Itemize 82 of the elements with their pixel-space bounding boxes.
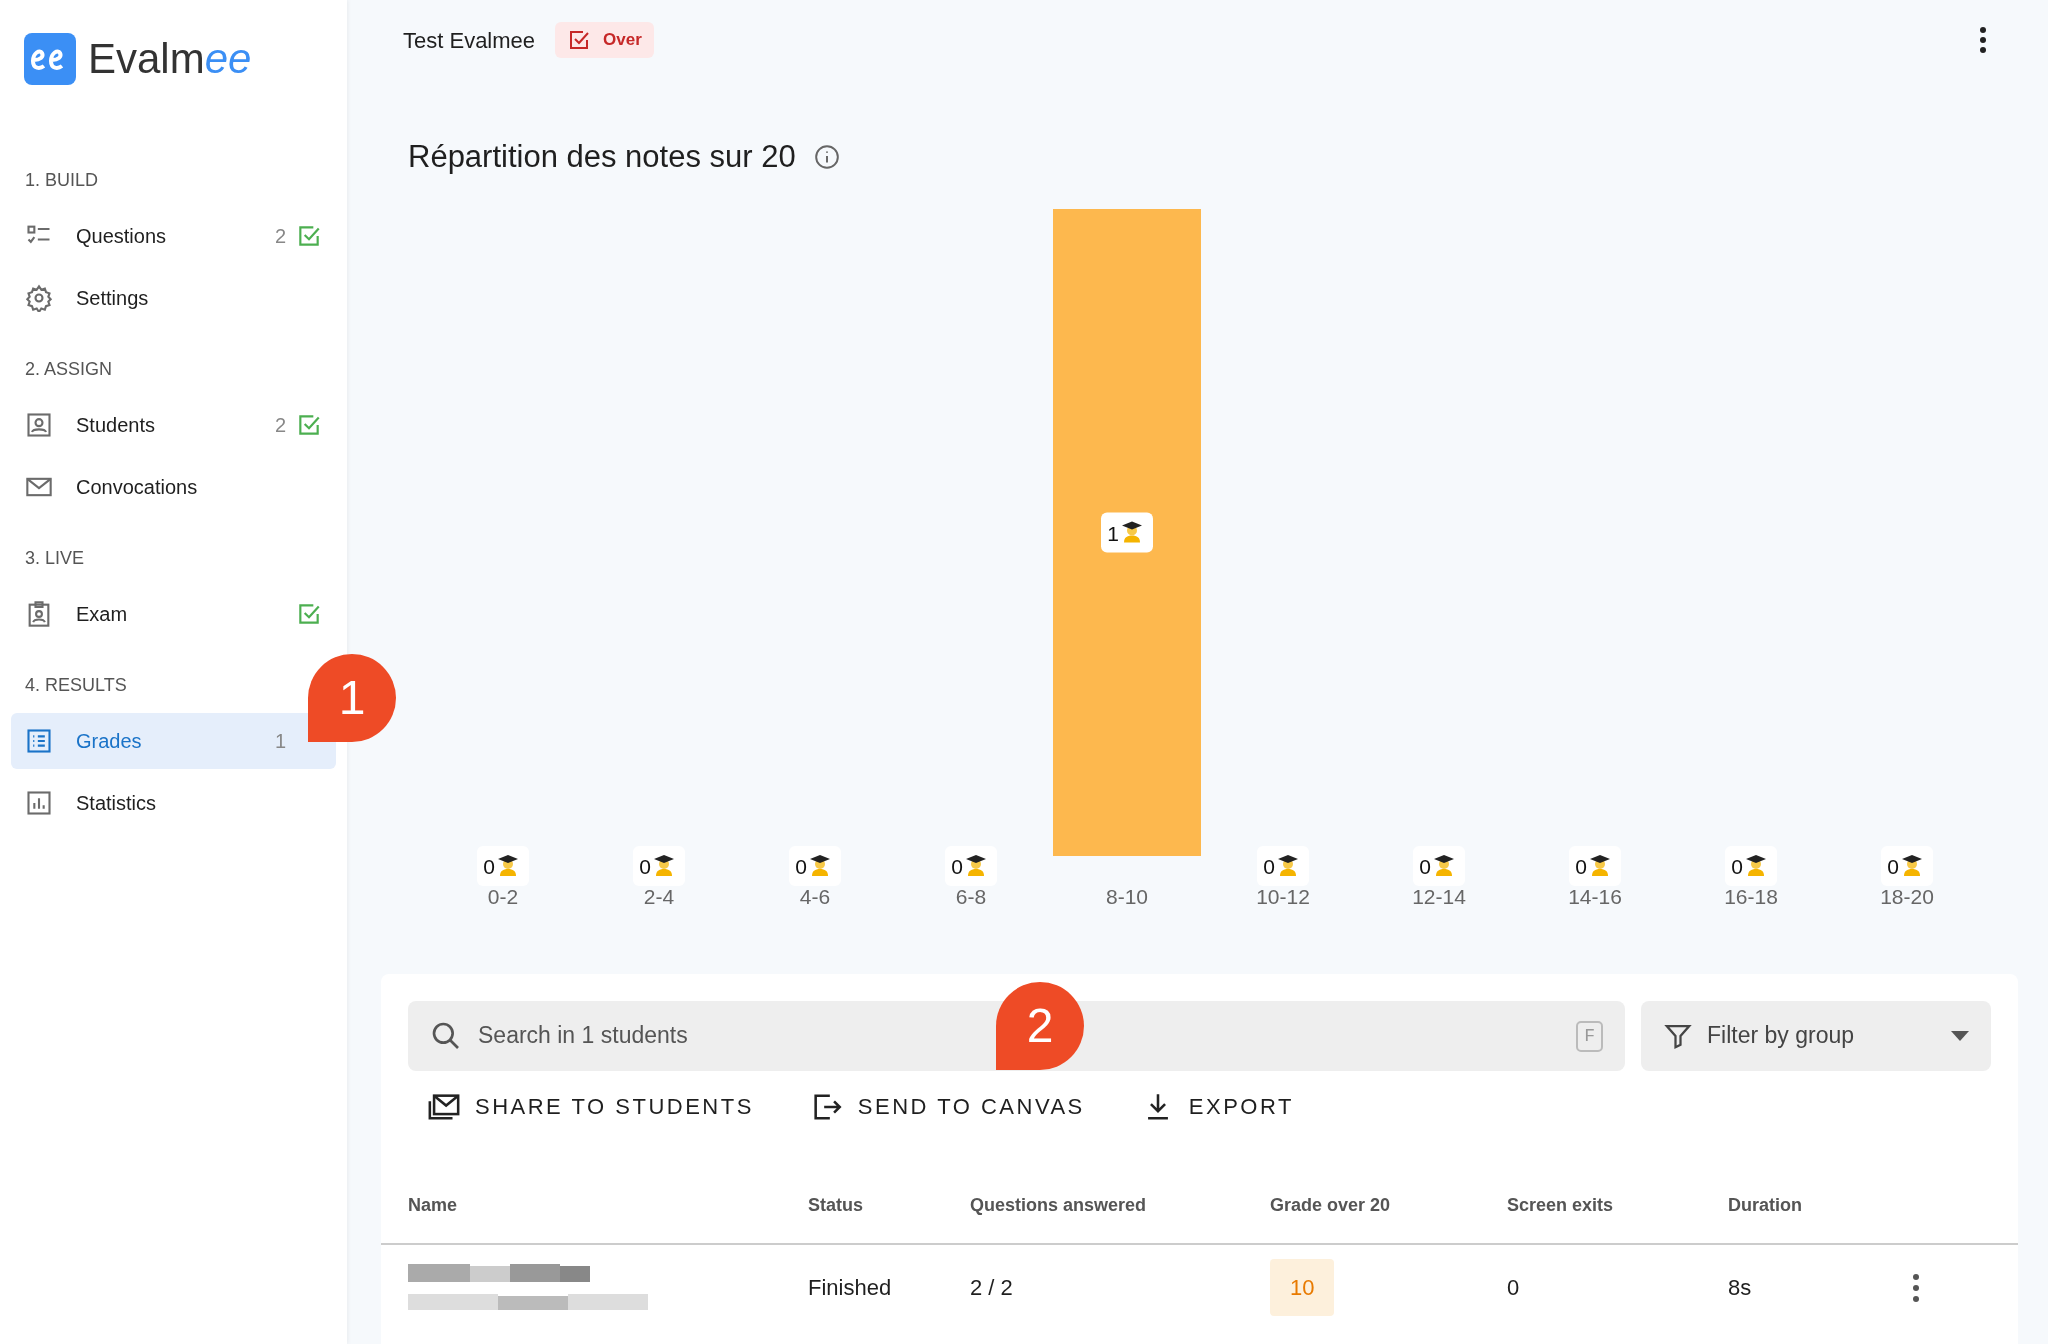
section-heading: 4. RESULTS bbox=[25, 674, 128, 697]
value-label: 0 bbox=[795, 854, 807, 878]
value-label: 0 bbox=[1263, 854, 1275, 878]
sidebar-label: Grades bbox=[76, 729, 143, 754]
sidebar-item[interactable]: Students 2 bbox=[11, 397, 336, 453]
graduate-icon bbox=[1746, 854, 1766, 876]
callout-marker: 1 bbox=[308, 654, 396, 742]
column-header[interactable]: Grade over 20 bbox=[1270, 1192, 1507, 1219]
sidebar-item[interactable]: Settings bbox=[11, 270, 336, 326]
axis-label: 10-12 bbox=[1256, 884, 1310, 908]
shortcut-key: F bbox=[1576, 1020, 1603, 1052]
more-menu-icon[interactable] bbox=[1978, 26, 1988, 54]
axis-label: 4-6 bbox=[799, 884, 831, 908]
bar-chart-icon bbox=[25, 789, 53, 817]
graduate-icon bbox=[810, 854, 830, 876]
sidebar-label: Questions bbox=[76, 224, 168, 249]
graduate-icon bbox=[1590, 854, 1610, 876]
axis-label: 12-14 bbox=[1412, 884, 1466, 908]
graduate-icon bbox=[966, 854, 986, 876]
section-heading: 3. LIVE bbox=[25, 547, 86, 570]
grade-badge: 10 bbox=[1270, 1259, 1335, 1316]
sidebar-label: Students bbox=[76, 413, 156, 438]
caret-icon bbox=[1951, 1030, 1969, 1041]
more-menu-icon[interactable] bbox=[1911, 1272, 1921, 1303]
settings-icon bbox=[25, 284, 53, 312]
action-button[interactable]: EXPORT bbox=[1128, 1080, 1306, 1133]
graduate-icon bbox=[498, 854, 518, 876]
item-count: 2 bbox=[274, 224, 286, 249]
table-cell-text: Finished bbox=[808, 1274, 893, 1302]
exam-title: Test Evalmee bbox=[403, 26, 536, 55]
axis-label: 2-4 bbox=[643, 884, 675, 908]
column-header[interactable]: Name bbox=[408, 1192, 808, 1219]
sidebar-label: Convocations bbox=[76, 475, 199, 500]
value-label: 0 bbox=[951, 854, 963, 878]
axis-label: 0-2 bbox=[487, 884, 519, 908]
column-header[interactable]: Duration bbox=[1728, 1192, 1911, 1219]
contact-icon bbox=[25, 411, 53, 439]
graduate-icon bbox=[1902, 854, 1922, 876]
status-badge: Over bbox=[555, 22, 654, 58]
sidebar-item[interactable]: Statistics bbox=[11, 775, 336, 831]
logo-icon bbox=[24, 33, 76, 85]
axis-label: 18-20 bbox=[1880, 884, 1934, 908]
axis-label: 8-10 bbox=[1106, 884, 1148, 908]
item-count: 2 bbox=[274, 413, 286, 438]
section-heading: 2. ASSIGN bbox=[25, 358, 114, 381]
section-heading: 1. BUILD bbox=[25, 169, 100, 192]
sidebar-item[interactable]: Grades 1 bbox=[11, 713, 336, 769]
axis-label: 6-8 bbox=[955, 884, 987, 908]
checkbox-checked-icon bbox=[567, 28, 592, 52]
table-cell-text: 2 / 2 bbox=[970, 1274, 1014, 1302]
filter-dropdown[interactable]: Filter by group bbox=[1641, 1000, 1991, 1071]
graduate-icon bbox=[1434, 854, 1454, 876]
table-cell-text: 8s bbox=[1728, 1274, 1753, 1302]
column-header[interactable]: Questions answered bbox=[970, 1192, 1270, 1219]
column-header[interactable]: Status bbox=[808, 1192, 970, 1219]
graduate-icon bbox=[1122, 521, 1142, 542]
sidebar-item[interactable]: Exam bbox=[11, 586, 336, 642]
sidebar-item[interactable]: Questions 2 bbox=[11, 208, 336, 264]
value-label: 0 bbox=[1575, 854, 1587, 878]
logo-text: Evalmee bbox=[88, 38, 252, 80]
info-icon[interactable] bbox=[813, 144, 840, 171]
axis-label: 14-16 bbox=[1568, 884, 1622, 908]
list-icon bbox=[25, 727, 53, 755]
graduate-icon bbox=[654, 854, 674, 876]
value-label: 0 bbox=[1419, 854, 1431, 878]
graduate-icon bbox=[1278, 854, 1298, 876]
sidebar-item[interactable]: Convocations bbox=[11, 459, 336, 515]
sidebar-label: Statistics bbox=[76, 791, 158, 816]
value-label: 0 bbox=[483, 854, 495, 878]
value-label: 0 bbox=[1731, 854, 1743, 878]
chart-title: Répartition des notes sur 20 bbox=[408, 138, 796, 176]
axis-label: 16-18 bbox=[1724, 884, 1778, 908]
sidebar-label: Exam bbox=[76, 602, 129, 627]
value-label: 0 bbox=[1887, 854, 1899, 878]
column-header[interactable]: Screen exits bbox=[1507, 1192, 1728, 1219]
item-count: 1 bbox=[274, 729, 286, 754]
action-button[interactable]: SEND TO CANVAS bbox=[797, 1080, 1097, 1133]
table-cell-text: 0 bbox=[1507, 1274, 1521, 1302]
value-label: 0 bbox=[639, 854, 651, 878]
value-label: 1 bbox=[1107, 521, 1119, 544]
action-button[interactable]: SHARE TO STUDENTS bbox=[415, 1080, 766, 1133]
sidebar-label: Settings bbox=[76, 286, 150, 311]
